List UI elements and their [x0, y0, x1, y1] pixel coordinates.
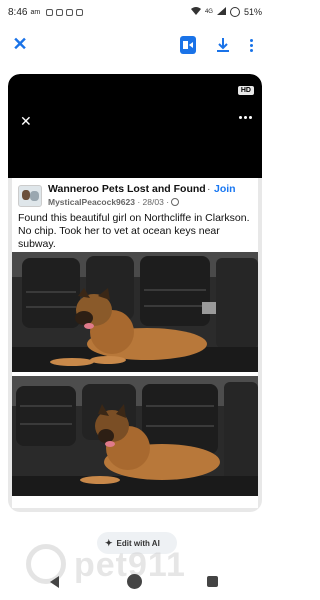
- post-text: Found this beautiful girl on Northcliffe…: [18, 212, 250, 250]
- notification-icons: [46, 8, 84, 16]
- notification-icon: [46, 8, 54, 16]
- more-vertical-icon[interactable]: [244, 36, 258, 54]
- back-icon[interactable]: [50, 576, 59, 588]
- battery-percent: 51%: [243, 7, 262, 17]
- top-toolbar: ✕: [0, 30, 270, 60]
- post-date: 28/03: [142, 197, 164, 207]
- globe-icon: [171, 198, 180, 206]
- post-header: Wanneroo Pets Lost and Found · Join Myst…: [18, 183, 254, 211]
- status-right: 4G 51%: [190, 7, 262, 17]
- status-ampm: am: [30, 8, 41, 16]
- close-icon[interactable]: ✕: [10, 34, 30, 54]
- wifi-icon: [190, 7, 201, 17]
- video-player[interactable]: HD ✕: [8, 74, 262, 178]
- status-left: 8:46 am: [8, 6, 84, 18]
- open-in-app-icon[interactable]: [180, 36, 196, 54]
- separator-dot: ·: [166, 197, 170, 207]
- status-time: 8:46: [8, 6, 28, 18]
- signal-icon: [216, 7, 226, 17]
- hd-badge[interactable]: HD: [237, 86, 254, 95]
- video-more-icon[interactable]: [239, 116, 252, 119]
- status-bar: 8:46 am 4G 51%: [0, 0, 270, 24]
- home-icon[interactable]: [127, 574, 142, 589]
- sparkle-icon: ✦: [105, 537, 113, 548]
- author-line: MysticalPeacock9623 · 28/03 ·: [48, 197, 180, 207]
- network-type: 4G: [204, 9, 213, 15]
- notification-icon: [56, 8, 64, 16]
- group-avatar[interactable]: [18, 185, 42, 207]
- separator-dot: ·: [137, 197, 141, 207]
- download-icon[interactable]: [214, 36, 232, 54]
- group-name[interactable]: Wanneroo Pets Lost and Found: [48, 183, 206, 195]
- video-close-icon[interactable]: ✕: [20, 114, 32, 128]
- edit-with-ai-label: Edit with AI: [116, 538, 160, 548]
- dog-photo-1[interactable]: [12, 252, 258, 372]
- recents-icon[interactable]: [207, 576, 218, 587]
- facebook-post: Wanneroo Pets Lost and Found · Join Myst…: [12, 178, 258, 508]
- join-button[interactable]: Join: [214, 183, 236, 195]
- system-nav-bar: [0, 568, 270, 600]
- author-name[interactable]: MysticalPeacock9623: [48, 197, 135, 207]
- media-card: HD ✕ Wanneroo Pets Lost and Found · Join…: [8, 74, 262, 512]
- battery-icon: [229, 7, 240, 17]
- notification-icon: [76, 8, 84, 16]
- separator-dot: ·: [207, 183, 211, 195]
- notification-icon: [66, 8, 74, 16]
- dog-photo-2[interactable]: [12, 376, 258, 496]
- edit-with-ai-button[interactable]: ✦ Edit with AI: [97, 532, 177, 554]
